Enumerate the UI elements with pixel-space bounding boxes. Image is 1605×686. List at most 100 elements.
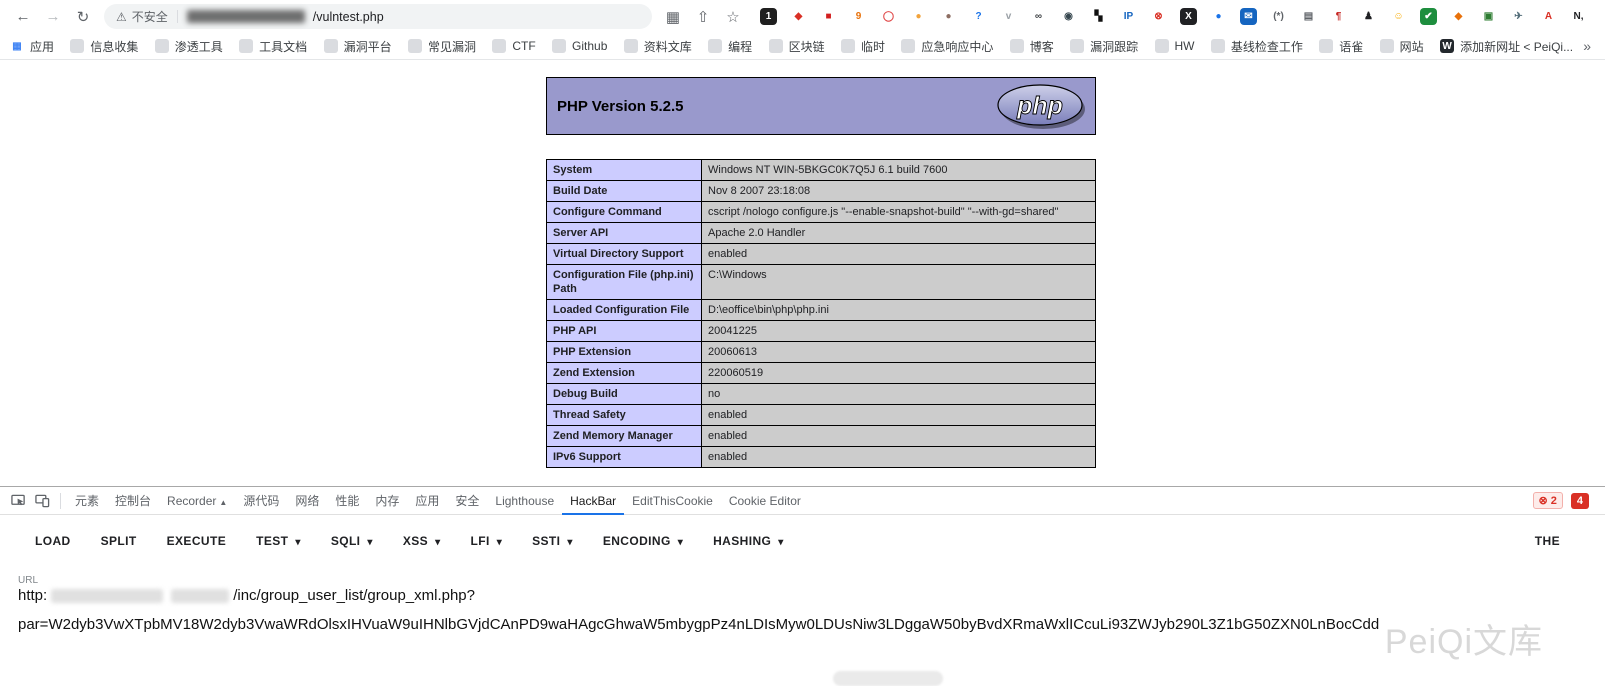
devtools-tab[interactable]: 应用 [407, 487, 447, 515]
extension-icon[interactable]: ✔ [1420, 8, 1437, 25]
extension-icon[interactable]: IP [1120, 8, 1137, 25]
devtools-tab[interactable]: 元素 [67, 487, 107, 515]
extension-icon[interactable]: ☺ [1390, 8, 1407, 25]
devtools-tab[interactable]: EditThisCookie [624, 487, 721, 515]
extension-icon[interactable]: ✈ [1510, 8, 1527, 25]
extension-icon[interactable]: (*) [1270, 8, 1287, 25]
extension-icon[interactable]: ● [940, 8, 957, 25]
chevron-down-icon [567, 534, 572, 548]
table-row: Thread Safety enabled [547, 405, 1096, 426]
extension-icon[interactable]: v [1000, 8, 1017, 25]
bookmark-favicon [408, 39, 422, 53]
extension-icon[interactable]: 1 [760, 8, 777, 25]
bookmark-item[interactable]: 常见漏洞 [408, 38, 476, 55]
extension-icon[interactable]: ■ [820, 8, 837, 25]
forward-icon[interactable]: → [41, 8, 65, 25]
row-value: Apache 2.0 Handler [702, 223, 1096, 244]
extension-icon[interactable]: X [1180, 8, 1197, 25]
chevron-down-icon [295, 534, 300, 548]
hackbar-button[interactable]: SQLI [316, 524, 388, 558]
back-icon[interactable]: ← [11, 8, 35, 25]
bottom-blur-artifact [833, 671, 943, 686]
devtools-tab[interactable]: 内存 [367, 487, 407, 515]
devtools-tab[interactable]: 控制台 [107, 487, 159, 515]
bookmark-item[interactable]: 临时 [841, 38, 885, 55]
phpinfo-header: PHP Version 5.2.5 php [546, 77, 1096, 135]
hackbar-theme-button[interactable]: THE [1535, 534, 1560, 548]
extension-icon[interactable]: ∞ [1030, 8, 1047, 25]
extension-icon[interactable]: ¶ [1330, 8, 1347, 25]
hackbar-url-parameter[interactable]: par=W2dyb3VwXTpbMV18W2dyb3VwaWRdOlsxIHVu… [18, 616, 1605, 633]
hackbar-button[interactable]: EXECUTE [152, 524, 241, 558]
bookmark-item[interactable]: W 添加新网址 < PeiQi... [1440, 38, 1573, 55]
devtools-tab[interactable]: HackBar [562, 487, 624, 515]
bookmark-star-icon[interactable]: ☆ [721, 8, 745, 26]
bookmark-item[interactable]: 信息收集 [70, 38, 138, 55]
bookmark-item[interactable]: 资料文库 [624, 38, 692, 55]
url-bar[interactable]: ⚠ 不安全 /vulntest.php [104, 4, 652, 29]
extension-icon[interactable]: ? [970, 8, 987, 25]
urlbar-divider [177, 10, 178, 23]
hackbar-button[interactable]: ENCODING [588, 524, 698, 558]
devtools-tab[interactable]: Recorder [159, 487, 235, 515]
extension-icon[interactable]: ♟ [1360, 8, 1377, 25]
devtools-tab[interactable]: Lighthouse [487, 487, 562, 515]
bookmark-item[interactable]: 区块链 [769, 38, 825, 55]
chevron-down-icon [678, 534, 683, 548]
extension-icon[interactable]: ◆ [1450, 8, 1467, 25]
hackbar-button[interactable]: SSTI [517, 524, 588, 558]
device-toolbar-icon[interactable] [30, 489, 54, 513]
inspect-element-icon[interactable] [6, 489, 30, 513]
bookmark-item[interactable]: 网站 [1380, 38, 1424, 55]
extension-icon[interactable]: ▚ [1090, 8, 1107, 25]
bookmark-item[interactable]: CTF [492, 39, 535, 53]
extension-icon[interactable]: ◆ [790, 8, 807, 25]
bookmark-item[interactable]: 应急响应中心 [901, 38, 993, 55]
bookmark-item[interactable]: 编程 [708, 38, 752, 55]
hackbar-button[interactable]: TEST [241, 524, 316, 558]
bookmark-item[interactable]: 基线检查工作 [1211, 38, 1303, 55]
media-icon[interactable]: ▦ [661, 8, 685, 26]
bookmark-item[interactable]: Github [552, 39, 607, 53]
extension-icon[interactable]: N, [1570, 8, 1587, 25]
hackbar-button[interactable]: LFI [455, 524, 517, 558]
devtools-tab[interactable]: 网络 [287, 487, 327, 515]
bookmark-item[interactable]: 博客 [1010, 38, 1054, 55]
hackbar-button[interactable]: SPLIT [86, 524, 152, 558]
bookmark-item[interactable]: 渗透工具 [155, 38, 223, 55]
extension-icon[interactable]: ⊗ [1150, 8, 1167, 25]
bookmark-item[interactable]: ▦ 应用 [10, 38, 54, 55]
extension-icon[interactable]: ✉ [1240, 8, 1257, 25]
extension-icon[interactable]: ◉ [1060, 8, 1077, 25]
devtools-tab[interactable]: 源代码 [235, 487, 287, 515]
devtools-tab[interactable]: Cookie Editor [721, 487, 809, 515]
bookmarks-overflow-chevron[interactable]: » [1583, 38, 1591, 54]
reload-icon[interactable]: ↻ [71, 8, 95, 26]
hackbar-button[interactable]: HASHING [698, 524, 799, 558]
extension-icon[interactable]: ▤ [1300, 8, 1317, 25]
hackbar-button-label: EXECUTE [167, 534, 226, 548]
hackbar-button-label: HASHING [713, 534, 771, 548]
bookmark-item[interactable]: 语雀 [1319, 38, 1363, 55]
bookmark-item[interactable]: HW [1155, 39, 1195, 53]
extension-icon[interactable]: ◯ [880, 8, 897, 25]
extension-icon[interactable]: 9 [850, 8, 867, 25]
extension-icon[interactable]: A [1540, 8, 1557, 25]
bookmark-item[interactable]: 漏洞跟踪 [1070, 38, 1138, 55]
issues-badge[interactable]: 4 [1571, 493, 1589, 509]
hackbar-button[interactable]: XSS [388, 524, 456, 558]
devtools-tab[interactable]: 性能 [327, 487, 367, 515]
console-error-badge[interactable]: ⊗ 2 [1533, 492, 1563, 509]
share-icon[interactable]: ⇧ [691, 8, 715, 26]
row-label: IPv6 Support [547, 447, 702, 468]
hackbar-button-label: ENCODING [603, 534, 671, 548]
hackbar-url-input[interactable]: http: /inc/group_user_list/group_xml.php… [18, 587, 1605, 604]
extension-icon[interactable]: ● [910, 8, 927, 25]
row-label: Configuration File (php.ini) Path [547, 265, 702, 300]
bookmark-item[interactable]: 工具文档 [239, 38, 307, 55]
hackbar-button[interactable]: LOAD [20, 524, 86, 558]
extension-icon[interactable]: ● [1210, 8, 1227, 25]
devtools-tab[interactable]: 安全 [447, 487, 487, 515]
bookmark-item[interactable]: 漏洞平台 [324, 38, 392, 55]
extension-icon[interactable]: ▣ [1480, 8, 1497, 25]
